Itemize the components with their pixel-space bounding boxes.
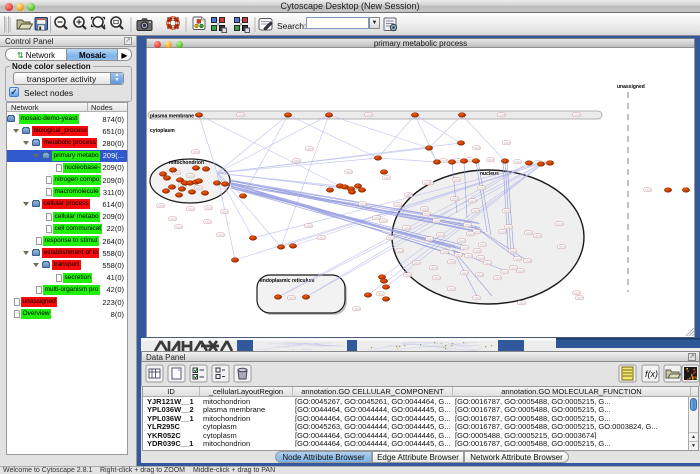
svg-text:cytoplasm: cytoplasm bbox=[150, 128, 175, 134]
svg-text:mitochondrion: mitochondrion bbox=[169, 160, 204, 166]
svg-text:f(x): f(x) bbox=[645, 369, 658, 379]
svg-text:unassigned: unassigned bbox=[617, 84, 645, 90]
svg-text:plasma membrane: plasma membrane bbox=[150, 114, 194, 120]
svg-text:endoplasmic reticulum: endoplasmic reticulum bbox=[260, 278, 315, 284]
